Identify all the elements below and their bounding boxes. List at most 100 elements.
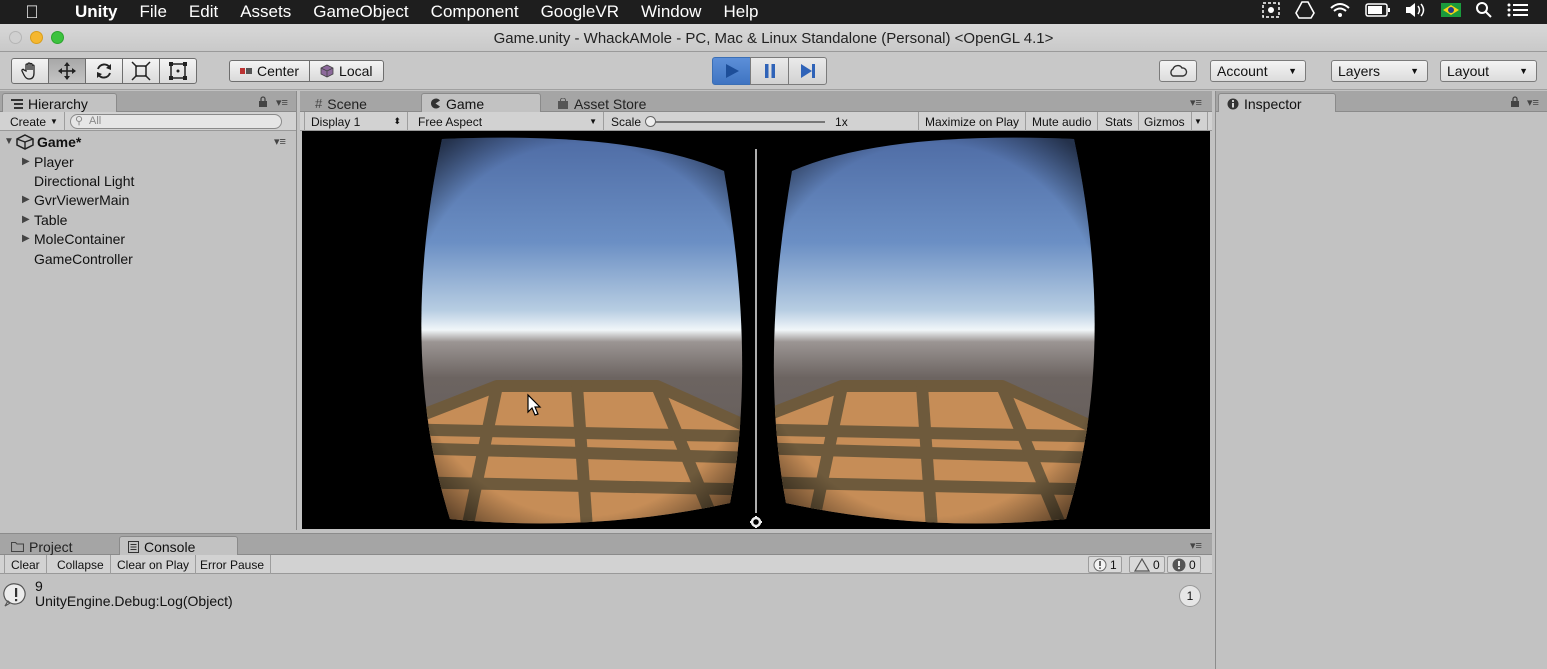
display-dropdown[interactable]: Display 1 ⬍ bbox=[304, 112, 408, 131]
list-item[interactable]: ▶ Table bbox=[22, 210, 67, 229]
step-icon bbox=[800, 64, 815, 78]
layers-dropdown[interactable]: Layers ▼ bbox=[1331, 60, 1428, 82]
panel-menu-icon[interactable]: ▾≡ bbox=[1527, 96, 1539, 109]
tab-hierarchy[interactable]: Hierarchy bbox=[2, 93, 117, 112]
collab-cloud-button[interactable] bbox=[1159, 60, 1197, 82]
tab-scene[interactable]: # Scene bbox=[306, 93, 416, 112]
maximize-on-play-toggle[interactable]: Maximize on Play bbox=[918, 112, 1027, 131]
scene-root-row[interactable]: ▼ Game* ▾≡ bbox=[4, 132, 286, 151]
main-toolbar: Center Local Account ▼ Layers ▼ Layout ▼ bbox=[0, 52, 1547, 90]
scene-name: Game* bbox=[37, 133, 82, 150]
menu-app-unity[interactable]: Unity bbox=[64, 2, 129, 22]
tab-asset-store[interactable]: Asset Store bbox=[548, 93, 668, 112]
play-button[interactable] bbox=[712, 57, 751, 85]
pivot-center-button[interactable]: Center bbox=[229, 60, 311, 82]
gizmos-dropdown[interactable]: ▼ bbox=[1190, 112, 1208, 131]
gizmos-toggle[interactable]: Gizmos bbox=[1138, 112, 1192, 131]
spotlight-search-icon[interactable] bbox=[1475, 1, 1493, 23]
google-drive-icon[interactable] bbox=[1295, 1, 1315, 23]
step-button[interactable] bbox=[788, 57, 827, 85]
window-title-bar: Game.unity - WhackAMole - PC, Mac & Linu… bbox=[0, 24, 1547, 52]
wifi-icon[interactable] bbox=[1329, 1, 1351, 23]
menu-help[interactable]: Help bbox=[712, 2, 769, 22]
lock-icon[interactable] bbox=[1510, 96, 1520, 110]
screen-capture-icon[interactable] bbox=[1261, 1, 1281, 23]
menu-window[interactable]: Window bbox=[630, 2, 712, 22]
log-count-toggle[interactable]: 1 bbox=[1088, 556, 1122, 573]
hand-tool-button[interactable] bbox=[11, 58, 49, 84]
menu-component[interactable]: Component bbox=[420, 2, 530, 22]
scale-slider[interactable] bbox=[645, 115, 826, 127]
display-label: Display 1 bbox=[311, 114, 361, 129]
brazil-flag-icon[interactable] bbox=[1441, 3, 1461, 21]
game-view-toolbar: Display 1 ⬍ Free Aspect ▼ Scale 1x Maxim… bbox=[300, 112, 1212, 131]
rect-tool-button[interactable] bbox=[159, 58, 197, 84]
menu-googlevr[interactable]: GoogleVR bbox=[530, 2, 630, 22]
create-dropdown[interactable]: Create ▼ bbox=[4, 112, 65, 131]
expand-triangle-icon[interactable]: ▼ bbox=[4, 136, 16, 147]
hierarchy-search-input[interactable]: ⚲ All bbox=[70, 114, 282, 129]
layout-dropdown[interactable]: Layout ▼ bbox=[1440, 60, 1537, 82]
search-icon: ⚲ bbox=[75, 115, 84, 127]
error-pause-toggle[interactable]: Error Pause bbox=[194, 555, 272, 574]
notification-center-icon[interactable] bbox=[1507, 2, 1529, 22]
vr-stereo-render bbox=[302, 131, 1210, 529]
panel-menu-icon[interactable]: ▾≡ bbox=[276, 96, 288, 109]
tab-inspector[interactable]: Inspector bbox=[1218, 93, 1336, 112]
collapse-toggle[interactable]: Collapse bbox=[51, 555, 111, 574]
error-pause-label: Error Pause bbox=[200, 557, 265, 572]
mute-audio-toggle[interactable]: Mute audio bbox=[1026, 112, 1099, 131]
warning-count: 0 bbox=[1153, 557, 1160, 572]
hierarchy-toolbar: Create ▼ ⚲ All bbox=[0, 112, 296, 131]
tab-project[interactable]: Project bbox=[2, 536, 114, 555]
scale-label: Scale bbox=[611, 114, 642, 129]
tab-inspector-label: Inspector bbox=[1244, 95, 1302, 112]
stats-label: Stats bbox=[1105, 114, 1133, 129]
pivot-local-button[interactable]: Local bbox=[309, 60, 384, 82]
menu-file[interactable]: File bbox=[129, 2, 178, 22]
list-item[interactable]: ▶ GvrViewerMain bbox=[22, 190, 129, 209]
hierarchy-tabstrip: Hierarchy ▾≡ bbox=[0, 91, 296, 112]
menu-assets[interactable]: Assets bbox=[229, 2, 302, 22]
scene-menu-icon[interactable]: ▾≡ bbox=[274, 135, 286, 148]
move-tool-button[interactable] bbox=[48, 58, 86, 84]
expand-triangle-icon[interactable]: ▶ bbox=[22, 194, 34, 205]
clear-on-play-label: Clear on Play bbox=[117, 557, 190, 572]
console-log-entry[interactable]: 9 UnityEngine.Debug:Log(Object) 1 bbox=[0, 576, 1212, 616]
lock-icon[interactable] bbox=[258, 96, 268, 110]
list-item[interactable]: ▶ MoleContainer bbox=[22, 229, 125, 248]
panel-menu-icon[interactable]: ▾≡ bbox=[1190, 539, 1202, 552]
menu-gameobject[interactable]: GameObject bbox=[302, 2, 419, 22]
menu-edit[interactable]: Edit bbox=[178, 2, 229, 22]
volume-icon[interactable] bbox=[1405, 2, 1427, 22]
tab-game[interactable]: Game bbox=[421, 93, 541, 112]
inspector-tabstrip: Inspector ▾≡ bbox=[1216, 91, 1547, 112]
apple-icon[interactable]:  bbox=[0, 2, 64, 23]
clear-on-play-toggle[interactable]: Clear on Play bbox=[111, 555, 197, 574]
collapsed-count-badge: 1 bbox=[1179, 585, 1201, 607]
tab-console[interactable]: Console bbox=[119, 536, 238, 555]
stats-toggle[interactable]: Stats bbox=[1099, 112, 1140, 131]
panel-menu-icon[interactable]: ▾≡ bbox=[1190, 96, 1202, 109]
game-render-canvas[interactable] bbox=[302, 131, 1210, 529]
battery-icon[interactable] bbox=[1365, 2, 1391, 22]
mute-label: Mute audio bbox=[1032, 114, 1092, 129]
clear-button[interactable]: Clear bbox=[4, 555, 47, 574]
scale-icon bbox=[131, 61, 151, 81]
error-count-toggle[interactable]: 0 bbox=[1167, 556, 1201, 573]
account-dropdown[interactable]: Account ▼ bbox=[1210, 60, 1306, 82]
list-item[interactable]: GameController bbox=[22, 249, 133, 268]
expand-triangle-icon[interactable]: ▶ bbox=[22, 233, 34, 244]
list-item-label: GameController bbox=[34, 250, 133, 267]
rotate-tool-button[interactable] bbox=[85, 58, 123, 84]
expand-triangle-icon[interactable]: ▶ bbox=[22, 214, 34, 225]
list-item[interactable]: Directional Light bbox=[22, 171, 134, 190]
expand-triangle-icon[interactable]: ▶ bbox=[22, 156, 34, 167]
list-item[interactable]: ▶ Player bbox=[22, 152, 74, 171]
scale-tool-button[interactable] bbox=[122, 58, 160, 84]
scale-slider-handle[interactable] bbox=[645, 115, 657, 127]
warning-count-toggle[interactable]: 0 bbox=[1129, 556, 1165, 573]
tab-asset-store-label: Asset Store bbox=[574, 95, 647, 112]
pause-button[interactable] bbox=[750, 57, 789, 85]
aspect-dropdown[interactable]: Free Aspect ▼ bbox=[412, 112, 604, 131]
